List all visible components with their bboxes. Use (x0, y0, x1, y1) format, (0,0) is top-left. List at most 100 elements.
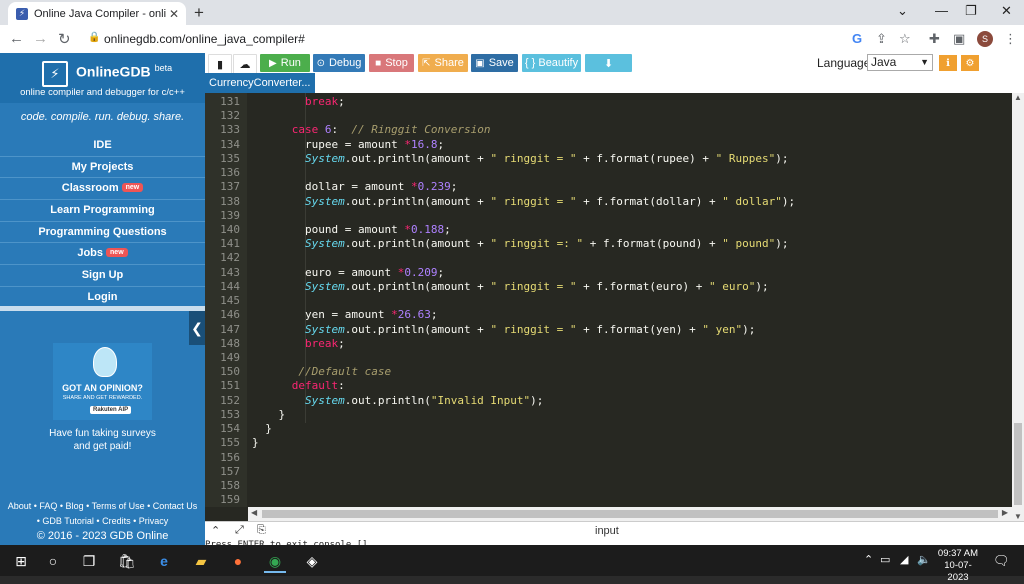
console-input-label[interactable]: input (595, 525, 619, 537)
sidebar-item-login[interactable]: Login (0, 287, 205, 308)
footer-links-secondary[interactable]: • GDB Tutorial • Credits • Privacy (0, 514, 205, 529)
profile-avatar[interactable]: S (977, 31, 993, 47)
reload-icon[interactable]: ↻ (58, 30, 71, 48)
battery-icon[interactable]: ▭ (880, 553, 890, 566)
code-line[interactable]: 132 (205, 109, 1012, 123)
browser-tab[interactable]: ⚡ Online Java Compiler - online ed ✕ (8, 2, 186, 25)
extensions-icon[interactable]: ✚ (929, 31, 940, 47)
ad-text[interactable]: Have fun taking surveys and get paid! (0, 427, 205, 453)
upload-file-icon[interactable]: ☁ (233, 54, 257, 74)
code-line[interactable]: 133 case 6: // Ringgit Conversion (205, 123, 1012, 137)
share-button[interactable]: ⇱ Share (418, 54, 468, 72)
file-explorer-icon[interactable]: ▰ (190, 551, 212, 571)
code-line[interactable]: 131 break; (205, 95, 1012, 109)
sidebar-item-classroom[interactable]: Classroom new (0, 178, 205, 201)
sidebar-item-my-projects[interactable]: My Projects (0, 157, 205, 179)
stop-button[interactable]: ■ Stop (369, 54, 414, 72)
task-view-icon[interactable]: ❐ (78, 551, 100, 571)
lock-icon[interactable]: 🔒 (88, 32, 100, 43)
file-tab-currencyconverter[interactable]: CurrencyConverter... ⋮ (205, 73, 321, 93)
code-line[interactable]: 147 System.out.println(amount + " ringgi… (205, 323, 1012, 337)
scroll-up-icon[interactable]: ▲ (1014, 93, 1022, 102)
code-line[interactable]: 137 dollar = amount *0.239; (205, 180, 1012, 194)
code-line[interactable]: 151 default: (205, 379, 1012, 393)
sidebar-item-programming-questions[interactable]: Programming Questions (0, 222, 205, 244)
language-select[interactable]: Java ▼ (867, 54, 933, 71)
save-button[interactable]: ▣ Save (471, 54, 518, 72)
code-line[interactable]: 143 euro = amount *0.209; (205, 266, 1012, 280)
close-tab-icon[interactable]: ✕ (166, 7, 182, 21)
search-icon[interactable]: ○ (42, 551, 64, 571)
minimize-icon[interactable]: — (935, 3, 948, 18)
sidebar-item-jobs[interactable]: Jobs new (0, 243, 205, 266)
store-icon[interactable]: 🛍 (116, 551, 138, 571)
debug-button[interactable]: ⊙ Debug (313, 54, 365, 72)
back-arrow-icon[interactable]: ← (9, 30, 24, 47)
code-line[interactable]: 141 System.out.println(amount + " ringgi… (205, 237, 1012, 251)
code-line[interactable]: 145 (205, 294, 1012, 308)
restore-icon[interactable]: ❐ (965, 3, 977, 19)
editor-vertical-scrollbar[interactable]: ▲ ▼ (1012, 93, 1024, 521)
more-vertical-icon[interactable]: ⋮ (310, 77, 321, 90)
system-clock[interactable]: 09:37 AM 10-07-2023 (934, 548, 982, 584)
side-panel-icon[interactable]: ▣ (953, 31, 965, 47)
bookmark-star-icon[interactable]: ☆ (899, 31, 911, 47)
ad-banner[interactable]: GOT AN OPINION? SHARE AND GET REWARDED. … (53, 343, 152, 420)
code-line[interactable]: 150 //Default case (205, 365, 1012, 379)
code-editor[interactable]: 131 break; 132 133 case 6: // Ringgit Con… (205, 93, 1012, 507)
code-line[interactable]: 138 System.out.println(amount + " ringgi… (205, 195, 1012, 209)
windows-start-icon[interactable]: ⊞ (10, 551, 32, 571)
code-line[interactable]: 158 (205, 479, 1012, 493)
code-line[interactable]: 155} (205, 436, 1012, 450)
address-bar[interactable]: onlinegdb.com/online_java_compiler# (104, 32, 305, 46)
code-line[interactable]: 153 } (205, 408, 1012, 422)
scroll-down-icon[interactable]: ▼ (1014, 512, 1022, 521)
forward-arrow-icon[interactable]: → (33, 30, 48, 47)
code-line[interactable]: 142 (205, 251, 1012, 265)
new-file-icon[interactable]: ▮ (208, 54, 232, 74)
code-line[interactable]: 144 System.out.println(amount + " ringgi… (205, 280, 1012, 294)
chevron-up-icon[interactable]: ⌃ (211, 524, 220, 537)
scroll-left-icon[interactable]: ◀ (251, 508, 257, 517)
tab-search-icon[interactable]: ⌄ (897, 3, 908, 19)
code-line[interactable]: 154 } (205, 422, 1012, 436)
edge-browser-icon[interactable]: e (153, 551, 175, 571)
copy-output-icon[interactable]: ⎘ (257, 524, 266, 537)
code-line[interactable]: 152 System.out.println("Invalid Input"); (205, 394, 1012, 408)
app-icon[interactable]: ◈ (301, 551, 323, 571)
code-line[interactable]: 136 (205, 166, 1012, 180)
tray-chevron-up-icon[interactable]: ⌃ (864, 553, 873, 566)
scroll-right-icon[interactable]: ▶ (1002, 508, 1008, 517)
volume-icon[interactable]: 🔈 (917, 553, 931, 566)
code-line[interactable]: 139 (205, 209, 1012, 223)
code-line[interactable]: 156 (205, 451, 1012, 465)
collapse-sidebar-chevron-icon[interactable]: ❮ (189, 311, 205, 345)
footer-links[interactable]: About • FAQ • Blog • Terms of Use • Cont… (0, 499, 205, 514)
code-line[interactable]: 135 System.out.println(amount + " ringgi… (205, 152, 1012, 166)
sidebar-item-learn-programming[interactable]: Learn Programming (0, 200, 205, 222)
code-line[interactable]: 140 pound = amount *0.188; (205, 223, 1012, 237)
beautify-button[interactable]: { } Beautify (522, 54, 581, 72)
sidebar-item-ide[interactable]: IDE (0, 135, 205, 157)
code-line[interactable]: 148 break; (205, 337, 1012, 351)
scrollbar-thumb[interactable] (1014, 423, 1022, 505)
network-icon[interactable]: ◢ (900, 553, 908, 566)
brand-header[interactable]: ⚡ OnlineGDB beta online compiler and deb… (0, 53, 205, 103)
editor-horizontal-scrollbar[interactable]: ◀ ▶ (248, 507, 1012, 521)
code-line[interactable]: 146 yen = amount *26.63; (205, 308, 1012, 322)
code-line[interactable]: 159 (205, 493, 1012, 507)
settings-gear-icon[interactable]: ⚙ (961, 55, 979, 71)
download-button[interactable]: ⬇ (585, 54, 632, 72)
new-tab-icon[interactable]: + (194, 3, 204, 23)
firefox-icon[interactable]: ● (227, 551, 249, 571)
close-window-icon[interactable]: ✕ (1001, 3, 1012, 19)
scrollbar-thumb[interactable] (262, 510, 998, 518)
code-line[interactable]: 157 (205, 465, 1012, 479)
info-icon[interactable]: ℹ (939, 55, 957, 71)
notifications-icon[interactable]: 🗨 (993, 553, 1010, 569)
share-page-icon[interactable]: ⇪ (876, 31, 887, 47)
google-icon[interactable]: G (852, 31, 862, 46)
run-button[interactable]: ▶ Run (260, 54, 310, 72)
sidebar-item-sign-up[interactable]: Sign Up (0, 265, 205, 287)
code-line[interactable]: 134 rupee = amount *16.8; (205, 138, 1012, 152)
